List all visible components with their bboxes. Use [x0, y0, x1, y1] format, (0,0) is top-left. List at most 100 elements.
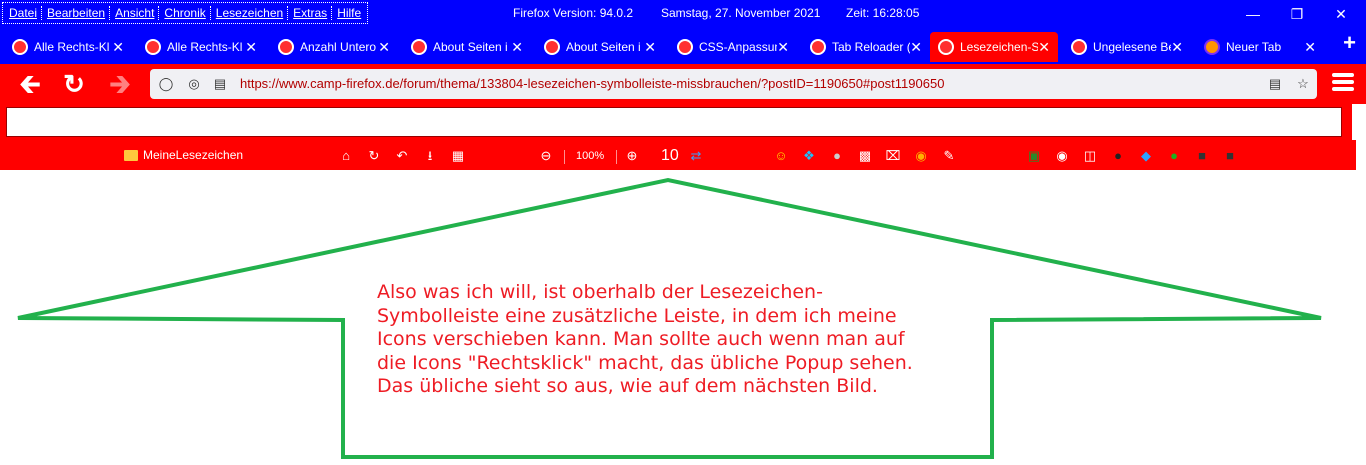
tab-7[interactable]: Tab Reloader (✕ — [802, 32, 930, 62]
reload-icon[interactable]: ↻ — [58, 68, 90, 100]
counter-badge-icon[interactable]: ● — [829, 148, 845, 164]
menu-hilfe[interactable]: Hilfe — [333, 6, 365, 20]
zoom-level[interactable]: 100% — [576, 150, 604, 162]
firefox-version: Firefox Version: 94.0.2 — [513, 6, 634, 20]
tab-1[interactable]: Alle Rechts-Kl ✕ — [4, 32, 132, 62]
screenshot-icon[interactable]: ◉ — [913, 148, 929, 164]
new-tab-icon[interactable]: + — [1343, 30, 1356, 56]
tab-close-icon[interactable]: ✕ — [910, 39, 922, 56]
tab-favicon-icon — [677, 39, 693, 55]
menu-datei[interactable]: Datei — [5, 6, 41, 20]
hamburger-menu-icon[interactable] — [1332, 70, 1354, 96]
diamond-icon[interactable]: ◆ — [1138, 148, 1154, 164]
annotation-line: Also was ich will, ist oberhalb der Lese… — [377, 281, 823, 303]
menu-bearbeiten[interactable]: Bearbeiten — [43, 6, 109, 20]
tab-label: Anzahl Untero — [300, 40, 377, 54]
smiley-icon[interactable]: ☺ — [773, 148, 789, 164]
tab-close-icon[interactable]: ✕ — [777, 39, 789, 56]
annotation-line: Symbolleiste eine zusätzliche Leiste, in… — [377, 304, 897, 327]
bookmark-star-icon[interactable]: ☆ — [1295, 76, 1311, 92]
tab-label: Alle Rechts-Kl — [34, 40, 110, 54]
annotation-line: die Icons "Rechtsklick" macht, das üblic… — [377, 351, 913, 374]
notes-icon[interactable]: ✎ — [941, 148, 957, 164]
tab-10[interactable]: Neuer Tab ✕ — [1196, 32, 1324, 62]
url-bar[interactable]: ◯ ◎ ▤ https://www.camp-firefox.de/forum/… — [150, 69, 1317, 99]
bookmark-folder-label: MeineLesezeichen — [143, 148, 244, 162]
reload-icon[interactable]: ↻ — [366, 148, 382, 164]
firefox-icon — [1204, 39, 1220, 55]
extra-toolbar-area — [6, 107, 1342, 137]
tab-favicon-icon — [278, 39, 294, 55]
image-icon[interactable]: ▣ — [1026, 148, 1042, 164]
tab-6[interactable]: CSS-Anpassun ✕ — [669, 32, 797, 62]
tab-8-selected[interactable]: Lesezeichen-S ✕ — [930, 32, 1058, 62]
menu-ansicht[interactable]: Ansicht — [111, 6, 158, 20]
tab-close-icon[interactable]: ✕ — [511, 39, 523, 56]
bookmark-folder[interactable]: MeineLesezeichen — [124, 148, 243, 162]
minimize-icon[interactable]: — — [1238, 4, 1268, 24]
save-icon[interactable]: ◫ — [1082, 148, 1098, 164]
addon-cube-icon[interactable]: ❖ — [801, 148, 817, 164]
tab-label: Tab Reloader ( — [832, 40, 910, 54]
badge-icon[interactable]: ■ — [1194, 148, 1210, 164]
extra-toolbar — [0, 104, 1352, 140]
sync-icon[interactable]: ⇄ — [688, 148, 704, 164]
tab-label: About Seiten i — [433, 40, 508, 54]
shield-icon[interactable]: ◯ — [158, 76, 174, 92]
menu-extras[interactable]: Extras — [289, 6, 331, 20]
reader-view-icon[interactable]: ▤ — [1267, 76, 1283, 92]
tab-3[interactable]: Anzahl Untero ✕ — [270, 32, 398, 62]
annotation-text: Also was ich will, ist oberhalb der Lese… — [377, 281, 977, 399]
tab-2[interactable]: Alle Rechts-Kl ✕ — [137, 32, 265, 62]
annotation-line: Das übliche sieht so aus, wie auf dem nä… — [377, 375, 878, 397]
tab-label: Neuer Tab — [1226, 40, 1282, 54]
tab-favicon-icon — [12, 39, 28, 55]
tab-label: Alle Rechts-Kl — [167, 40, 243, 54]
grid-icon[interactable]: ▦ — [450, 148, 466, 164]
tab-label: Lesezeichen-S — [960, 40, 1038, 54]
tab-favicon-icon — [1071, 39, 1087, 55]
tab-close-icon[interactable]: ✕ — [378, 39, 390, 56]
tab-label: CSS-Anpassun — [699, 40, 777, 54]
tab-favicon-icon — [145, 39, 161, 55]
tab-favicon-icon — [411, 39, 427, 55]
menu-lesezeichen[interactable]: Lesezeichen — [212, 6, 287, 20]
tab-bar: Alle Rechts-Kl ✕ Alle Rechts-Kl ✕ Anzahl U… — [0, 28, 1366, 64]
globe-icon[interactable]: ◉ — [1054, 148, 1070, 164]
tab-close-icon[interactable]: ✕ — [1171, 39, 1183, 56]
ball-icon[interactable]: ● — [1110, 148, 1126, 164]
tab-favicon-icon — [938, 39, 954, 55]
title-bar: Datei Bearbeiten Ansicht Chronik Lesezei… — [0, 0, 1366, 28]
tab-5[interactable]: About Seiten i ✕ — [536, 32, 664, 62]
close-box-icon[interactable]: ⌧ — [885, 148, 901, 164]
tab-close-icon[interactable]: ✕ — [1038, 39, 1050, 56]
tab-close-icon[interactable]: ✕ — [112, 39, 124, 56]
zip-icon[interactable]: ▩ — [857, 148, 873, 164]
tab-close-icon[interactable]: ✕ — [1304, 39, 1316, 56]
zoom-in-icon[interactable]: ⊕ — [624, 148, 640, 164]
forward-arrow-icon[interactable]: 🡲 — [104, 68, 136, 100]
badge-icon[interactable]: ■ — [1222, 148, 1238, 164]
window-close-icon[interactable]: ✕ — [1326, 4, 1356, 24]
restore-icon[interactable]: ❐ — [1282, 4, 1312, 24]
tab-close-icon[interactable]: ✕ — [644, 39, 656, 56]
navigation-toolbar: 🡰 ↻ 🡲 ◯ ◎ ▤ https://www.camp-firefox.de/… — [0, 64, 1366, 104]
b-plus-icon[interactable]: ● — [1166, 148, 1182, 164]
menu-chronik[interactable]: Chronik — [160, 6, 209, 20]
tab-close-icon[interactable]: ✕ — [245, 39, 257, 56]
count-label[interactable]: 10 — [661, 147, 679, 165]
back-arrow-icon[interactable]: 🡰 — [14, 68, 46, 100]
tab-label: Ungelesene Be — [1093, 40, 1171, 54]
zoom-out-icon[interactable]: ⊖ — [538, 148, 554, 164]
url-text[interactable]: https://www.camp-firefox.de/forum/thema/… — [240, 76, 944, 91]
tab-label: About Seiten i — [566, 40, 641, 54]
zoom-separator — [616, 150, 617, 164]
lock-icon[interactable]: ◎ — [186, 76, 202, 92]
tab-9[interactable]: Ungelesene Be ✕ — [1063, 32, 1191, 62]
tab-favicon-icon — [810, 39, 826, 55]
download-icon[interactable]: ⭳ — [422, 148, 438, 164]
tab-4[interactable]: About Seiten i ✕ — [403, 32, 531, 62]
home-icon[interactable]: ⌂ — [338, 148, 354, 164]
undo-close-tab-icon[interactable]: ↶ — [394, 148, 410, 164]
permissions-icon[interactable]: ▤ — [212, 76, 228, 92]
